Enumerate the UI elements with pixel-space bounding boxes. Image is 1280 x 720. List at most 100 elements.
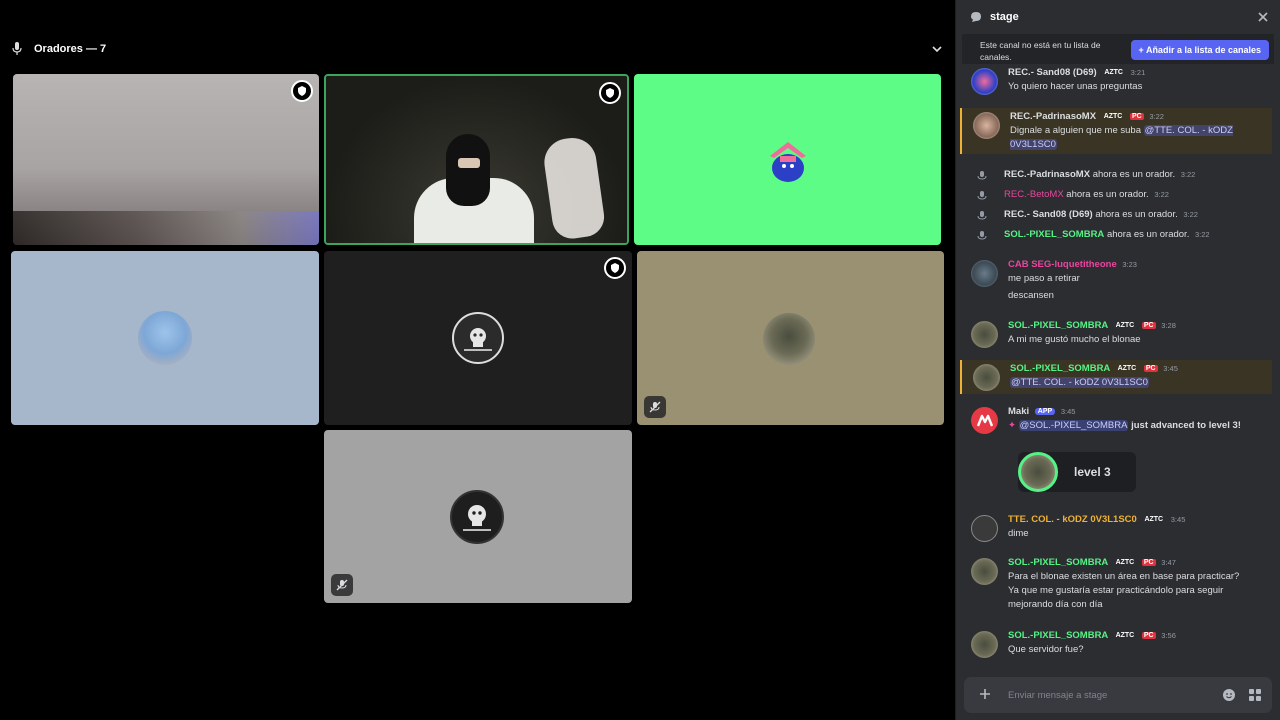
message-timestamp: 3:47 — [1161, 558, 1176, 567]
event-user[interactable]: REC.-PadrinasoMX — [1004, 169, 1090, 180]
user-avatar[interactable] — [973, 364, 1000, 391]
moderator-icon — [604, 257, 626, 279]
event-timestamp: 3:22 — [1194, 230, 1210, 239]
speaker-tile-camera-1[interactable] — [13, 74, 319, 245]
clan-tag: AZTC — [1144, 516, 1164, 523]
event-text: ahora es un orador. — [1066, 189, 1149, 200]
message-timestamp: 3:56 — [1161, 631, 1176, 640]
message-text: Para el blonae existen un área en base p… — [1008, 571, 1240, 610]
event-text: ahora es un orador. — [1092, 169, 1176, 180]
chat-bubble-icon — [971, 12, 981, 22]
speaker-tile-camera-2[interactable] — [324, 74, 629, 245]
message-timestamp: 3:45 — [1163, 364, 1178, 373]
message-timestamp: 3:45 — [1060, 407, 1076, 416]
message-text: just advanced to level 3! — [1131, 420, 1241, 431]
chat-header: stage — [956, 0, 1280, 34]
user-avatar[interactable] — [973, 112, 1000, 139]
event-timestamp: 3:22 — [1183, 210, 1198, 219]
speaker-promoted-icon — [977, 191, 987, 200]
user-avatar[interactable] — [971, 321, 998, 348]
message-composer — [964, 677, 1272, 713]
clan-tag: AZTC — [1117, 365, 1137, 372]
event-text: ahora es un orador. — [1106, 229, 1190, 240]
message-input[interactable] — [1008, 686, 1198, 704]
skull-icon — [464, 328, 492, 351]
bot-avatar[interactable] — [971, 407, 998, 434]
event-user[interactable]: SOL.-PIXEL_SOMBRA — [1004, 229, 1104, 240]
chat-panel: stage Este canal no está en tu lista de … — [956, 0, 1280, 720]
chevron-down-icon[interactable] — [930, 42, 944, 56]
pc-badge: PC — [1141, 559, 1156, 566]
pc-badge: PC — [1141, 322, 1156, 329]
plus-icon[interactable] — [978, 687, 992, 701]
user-avatar[interactable] — [971, 631, 998, 658]
message-text: dime — [1008, 528, 1029, 539]
muted-mic-icon — [331, 574, 353, 596]
app-badge: APP — [1034, 408, 1056, 415]
emoji-icon[interactable] — [1222, 688, 1236, 702]
system-event: REC.-BetoMX ahora es un orador. 3:22 — [1004, 189, 1169, 200]
message-timestamp: 3:22 — [1149, 112, 1164, 121]
user-avatar — [1018, 452, 1058, 492]
user-avatar[interactable] — [971, 260, 998, 287]
message-author[interactable]: SOL.-PIXEL_SOMBRA — [1008, 557, 1108, 568]
message-line: me paso a retirar — [1008, 273, 1080, 284]
clan-tag: AZTC — [1115, 322, 1135, 329]
pc-badge: PC — [1130, 113, 1144, 120]
balaclava — [446, 134, 490, 206]
message-list: REC.- Sand08 (D69) AZTC 3:21 Yo quiero h… — [956, 64, 1280, 674]
message-author[interactable]: TTE. COL. - kODZ 0V3L1SC0 — [1008, 514, 1137, 525]
system-event: REC.- Sand08 (D69) ahora es un orador. 3… — [1004, 209, 1198, 220]
user-avatar[interactable] — [971, 558, 998, 585]
message-author[interactable]: SOL.-PIXEL_SOMBRA — [1008, 320, 1108, 331]
user-avatar[interactable] — [971, 515, 998, 542]
apps-icon[interactable] — [1248, 688, 1262, 702]
speaker-promoted-icon — [977, 231, 987, 240]
user-mention[interactable]: @TTE. COL. - kODZ 0V3L1SC0 — [1010, 377, 1149, 388]
speaker-promoted-icon — [977, 211, 987, 220]
clan-tag: AZTC — [1115, 632, 1135, 639]
add-to-channel-list-button[interactable]: + Añadir a la lista de canales — [1130, 40, 1269, 60]
user-avatar[interactable] — [971, 68, 998, 95]
speaker-tile-avatar-3[interactable] — [634, 74, 941, 245]
speaker-tile-avatar-6[interactable] — [637, 251, 944, 425]
system-event: REC.-PadrinasoMX ahora es un orador. 3:2… — [1004, 169, 1195, 180]
event-timestamp: 3:22 — [1154, 190, 1169, 199]
message-text: Que servidor fue? — [1008, 644, 1084, 655]
message: SOL.-PIXEL_SOMBRA AZTC PC 3:28 A mi me g… — [960, 318, 1272, 350]
message-author[interactable]: CAB SEG-luquetitheone — [1008, 259, 1117, 270]
message: REC.- Sand08 (D69) AZTC 3:21 Yo quiero h… — [960, 64, 1272, 102]
event-user[interactable]: REC.-BetoMX — [1004, 189, 1064, 200]
level-label: level 3 — [1074, 465, 1111, 479]
message-timestamp: 3:28 — [1161, 321, 1176, 330]
message: SOL.-PIXEL_SOMBRA AZTC PC 3:47 Para el b… — [960, 555, 1272, 617]
message-author[interactable]: REC.- Sand08 (D69) — [1008, 67, 1097, 78]
clan-emblem-avatar — [450, 490, 504, 544]
message-text: Yo quiero hacer unas preguntas — [1008, 81, 1143, 92]
message-text: A mi me gustó mucho el blonae — [1008, 334, 1141, 345]
moderator-icon — [599, 82, 621, 104]
user-avatar — [138, 311, 192, 365]
microphone-icon — [12, 42, 22, 55]
message: SOL.-PIXEL_SOMBRA AZTC PC 3:56 Que servi… — [960, 628, 1272, 660]
clan-emblem-avatar — [452, 312, 504, 364]
level-up-card: level 3 — [1018, 452, 1136, 492]
message-author[interactable]: REC.-PadrinasoMX — [1010, 111, 1096, 122]
notice-text: Este canal no está en tu lista de canale… — [980, 40, 1101, 62]
channel-name: stage — [990, 11, 1019, 23]
event-timestamp: 3:22 — [1180, 170, 1196, 179]
speaker-tile-avatar-4[interactable] — [11, 251, 319, 425]
message-author[interactable]: Maki — [1008, 406, 1029, 417]
user-mention[interactable]: @SOL.-PIXEL_SOMBRA — [1018, 420, 1129, 431]
message-author[interactable]: SOL.-PIXEL_SOMBRA — [1008, 630, 1108, 641]
house-avatar-icon — [770, 142, 806, 182]
message-line: descansen — [1008, 290, 1054, 301]
speakers-title: Oradores — 7 — [34, 43, 107, 55]
event-user[interactable]: REC.- Sand08 (D69) — [1004, 209, 1093, 220]
speaker-tile-avatar-7[interactable] — [324, 430, 632, 603]
message-author[interactable]: SOL.-PIXEL_SOMBRA — [1010, 363, 1110, 374]
clan-tag: AZTC — [1115, 559, 1135, 566]
speaker-tile-avatar-5[interactable] — [324, 251, 632, 425]
close-icon[interactable] — [1256, 10, 1270, 24]
maki-logo-icon — [976, 414, 994, 427]
